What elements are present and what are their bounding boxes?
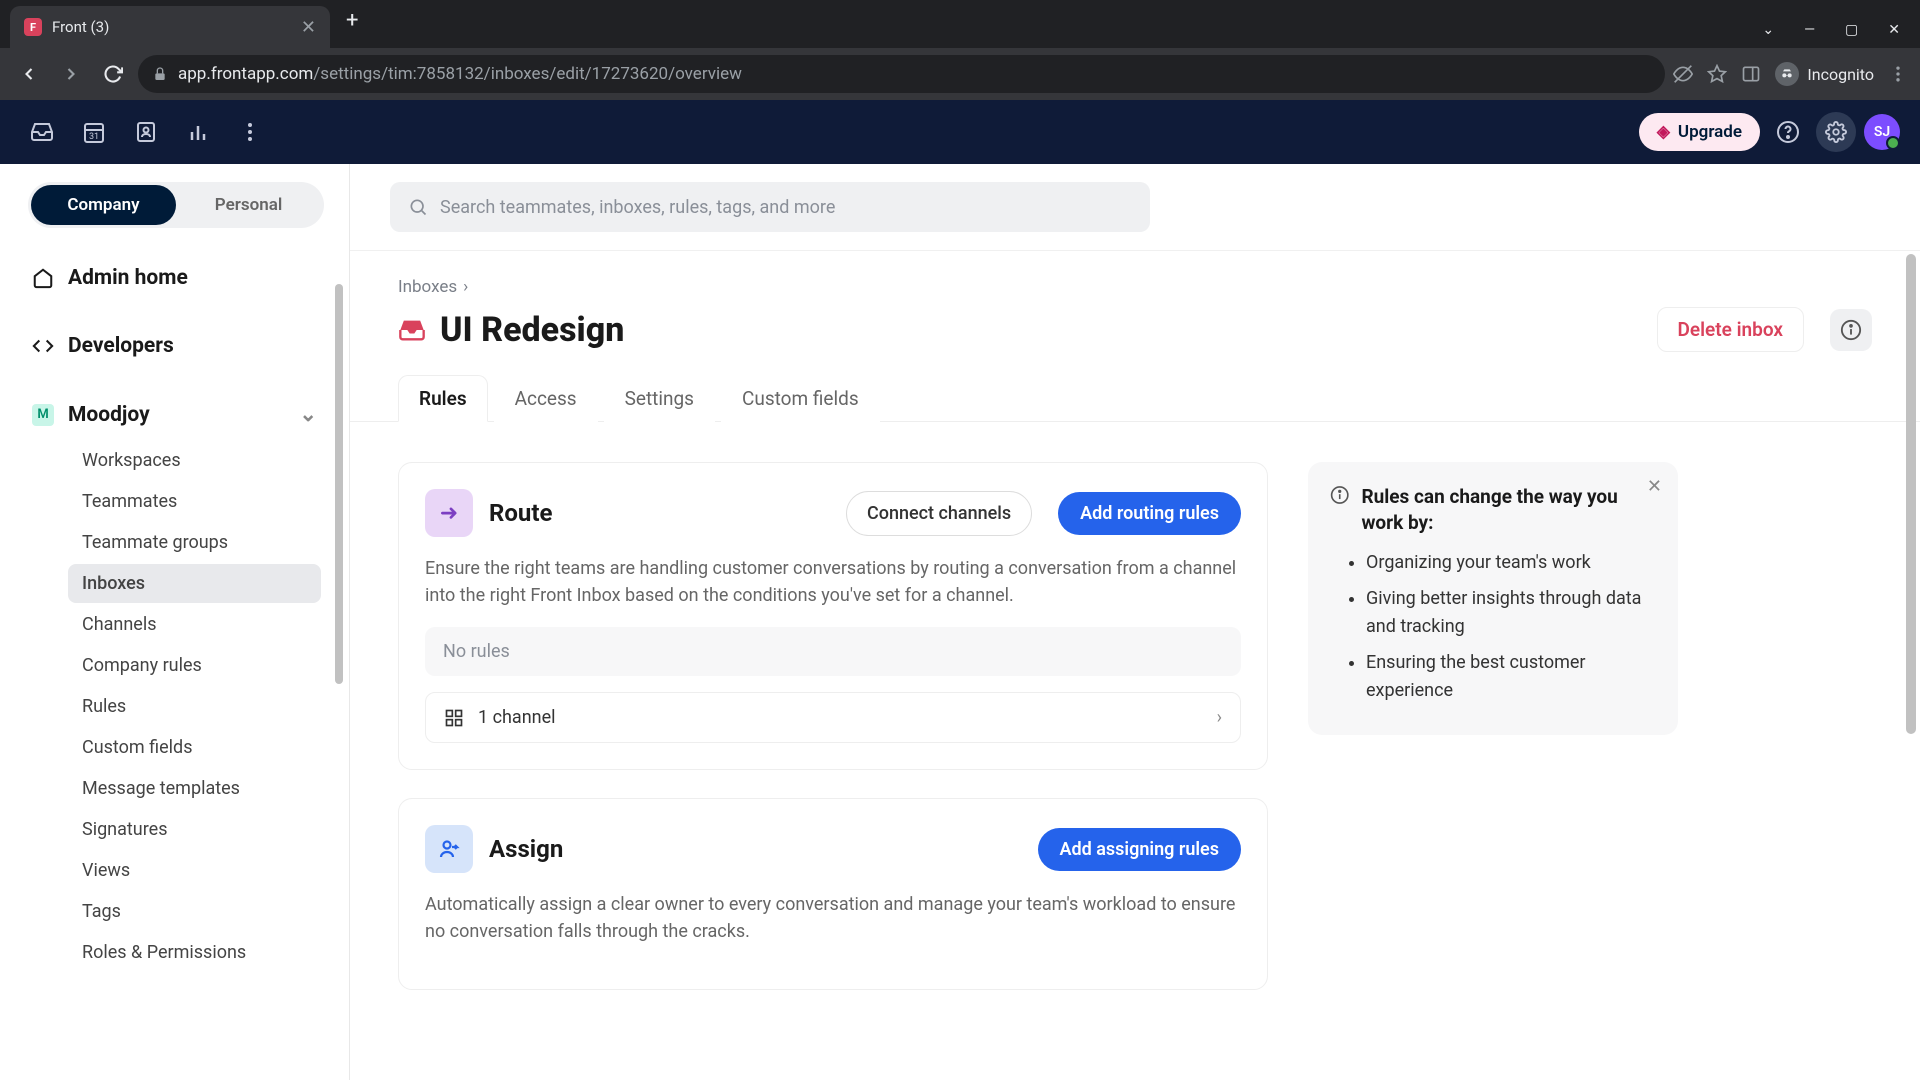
page-title: UI Redesign	[440, 310, 1643, 350]
search-placeholder: Search teammates, inboxes, rules, tags, …	[440, 197, 835, 218]
info-bullet: Giving better insights through data and …	[1366, 585, 1656, 641]
diamond-icon: ◈	[1657, 122, 1670, 142]
sidebar-sub-message-templates[interactable]: Message templates	[68, 769, 321, 808]
add-assigning-rules-button[interactable]: Add assigning rules	[1038, 828, 1242, 871]
eye-off-icon[interactable]	[1673, 64, 1693, 84]
sidebar-developers[interactable]: Developers	[28, 324, 321, 368]
sidebar-sub-inboxes[interactable]: Inboxes	[68, 564, 321, 603]
reload-button[interactable]	[96, 57, 130, 91]
route-icon: ➜	[425, 489, 473, 537]
sidebar-sub-views[interactable]: Views	[68, 851, 321, 890]
tab-rules[interactable]: Rules	[398, 375, 488, 422]
browser-toolbar: app.frontapp.com/settings/tim:7858132/in…	[0, 48, 1920, 100]
close-tab-icon[interactable]: ✕	[301, 17, 316, 38]
scope-toggle: Company Personal	[28, 182, 324, 228]
add-routing-rules-button[interactable]: Add routing rules	[1058, 492, 1241, 535]
sidebar-sub-teammates[interactable]: Teammates	[68, 482, 321, 521]
window-controls: ⌄ — ▢ ✕	[1762, 22, 1920, 48]
info-panel: ✕ Rules can change the way you work by: …	[1308, 462, 1678, 735]
tab-custom-fields[interactable]: Custom fields	[721, 375, 880, 422]
info-bullet: Ensuring the best customer experience	[1366, 649, 1656, 705]
search-input[interactable]: Search teammates, inboxes, rules, tags, …	[390, 182, 1150, 232]
inbox-icon	[398, 316, 426, 344]
info-icon-button[interactable]	[1830, 309, 1872, 351]
toggle-personal[interactable]: Personal	[176, 185, 321, 225]
more-nav-icon[interactable]	[228, 110, 272, 154]
tab-access[interactable]: Access	[494, 375, 598, 422]
search-icon	[408, 197, 428, 217]
sidebar-sub-company-rules[interactable]: Company rules	[68, 646, 321, 685]
delete-inbox-button[interactable]: Delete inbox	[1657, 307, 1805, 352]
sidebar-group-moodjoy[interactable]: M Moodjoy ⌄	[28, 392, 321, 437]
upgrade-button[interactable]: ◈ Upgrade	[1639, 113, 1760, 151]
browser-tab-strip: F Front (3) ✕ + ⌄ — ▢ ✕	[0, 0, 1920, 48]
star-icon[interactable]	[1707, 64, 1727, 84]
sidebar: Company Personal Admin home Developers M…	[0, 164, 350, 1080]
avatar[interactable]: SJ	[1864, 114, 1900, 150]
sidebar-sub-custom-fields[interactable]: Custom fields	[68, 728, 321, 767]
route-title: Route	[489, 499, 830, 527]
chevron-right-icon: ›	[463, 277, 468, 297]
assign-card: Assign Add assigning rules Automatically…	[398, 798, 1268, 990]
sidebar-sub-teammate-groups[interactable]: Teammate groups	[68, 523, 321, 562]
route-card: ➜ Route Connect channels Add routing rul…	[398, 462, 1268, 770]
breadcrumb[interactable]: Inboxes ›	[398, 277, 1872, 297]
tabs-dropdown-icon[interactable]: ⌄	[1762, 22, 1774, 38]
assign-description: Automatically assign a clear owner to ev…	[425, 891, 1241, 945]
grid-icon	[444, 708, 464, 728]
channel-row[interactable]: 1 channel ›	[425, 692, 1241, 743]
assign-icon	[425, 825, 473, 873]
no-rules-label: No rules	[425, 627, 1241, 676]
close-icon[interactable]: ✕	[1647, 476, 1662, 497]
panel-icon[interactable]	[1741, 64, 1761, 84]
info-bullet: Organizing your team's work	[1366, 549, 1656, 577]
incognito-indicator[interactable]: Incognito	[1775, 62, 1874, 86]
group-badge: M	[32, 404, 54, 426]
main-content: Search teammates, inboxes, rules, tags, …	[350, 164, 1920, 1080]
incognito-icon	[1775, 62, 1799, 86]
contacts-nav-icon[interactable]	[124, 110, 168, 154]
close-window-button[interactable]: ✕	[1888, 22, 1900, 38]
forward-button[interactable]	[54, 57, 88, 91]
tab-favicon: F	[24, 18, 42, 36]
sidebar-sub-rules[interactable]: Rules	[68, 687, 321, 726]
help-button[interactable]	[1768, 112, 1808, 152]
calendar-nav-icon[interactable]: 31	[72, 110, 116, 154]
sidebar-sub-workspaces[interactable]: Workspaces	[68, 441, 321, 480]
sidebar-sub-channels[interactable]: Channels	[68, 605, 321, 644]
tab-title: Front (3)	[52, 18, 291, 36]
address-bar[interactable]: app.frontapp.com/settings/tim:7858132/in…	[138, 55, 1665, 93]
info-panel-title: Rules can change the way you work by:	[1361, 484, 1656, 535]
back-button[interactable]	[12, 57, 46, 91]
minimize-button[interactable]: —	[1804, 22, 1815, 38]
tab-settings[interactable]: Settings	[604, 375, 715, 422]
app-header: 31 ◈ Upgrade SJ	[0, 100, 1920, 164]
info-icon	[1330, 484, 1349, 506]
analytics-nav-icon[interactable]	[176, 110, 220, 154]
chevron-right-icon: ›	[1217, 707, 1222, 728]
browser-tab[interactable]: F Front (3) ✕	[10, 6, 330, 48]
sidebar-sub-roles-permissions[interactable]: Roles & Permissions	[68, 933, 321, 972]
kebab-menu-icon[interactable]	[1888, 64, 1908, 84]
tabs: RulesAccessSettingsCustom fields	[350, 374, 1920, 422]
new-tab-button[interactable]: +	[330, 8, 374, 41]
assign-title: Assign	[489, 835, 1022, 863]
maximize-button[interactable]: ▢	[1845, 22, 1858, 38]
sidebar-sub-signatures[interactable]: Signatures	[68, 810, 321, 849]
inbox-nav-icon[interactable]	[20, 110, 64, 154]
url-text: app.frontapp.com/settings/tim:7858132/in…	[178, 64, 742, 84]
sidebar-admin-home[interactable]: Admin home	[28, 256, 321, 300]
toggle-company[interactable]: Company	[31, 185, 176, 225]
sidebar-sub-tags[interactable]: Tags	[68, 892, 321, 931]
settings-button[interactable]	[1816, 112, 1856, 152]
sidebar-subitems: WorkspacesTeammatesTeammate groupsInboxe…	[28, 441, 321, 972]
connect-channels-button[interactable]: Connect channels	[846, 491, 1032, 536]
lock-icon	[152, 66, 168, 82]
svg-text:31: 31	[89, 132, 99, 142]
route-description: Ensure the right teams are handling cust…	[425, 555, 1241, 609]
chevron-down-icon: ⌄	[299, 402, 317, 427]
